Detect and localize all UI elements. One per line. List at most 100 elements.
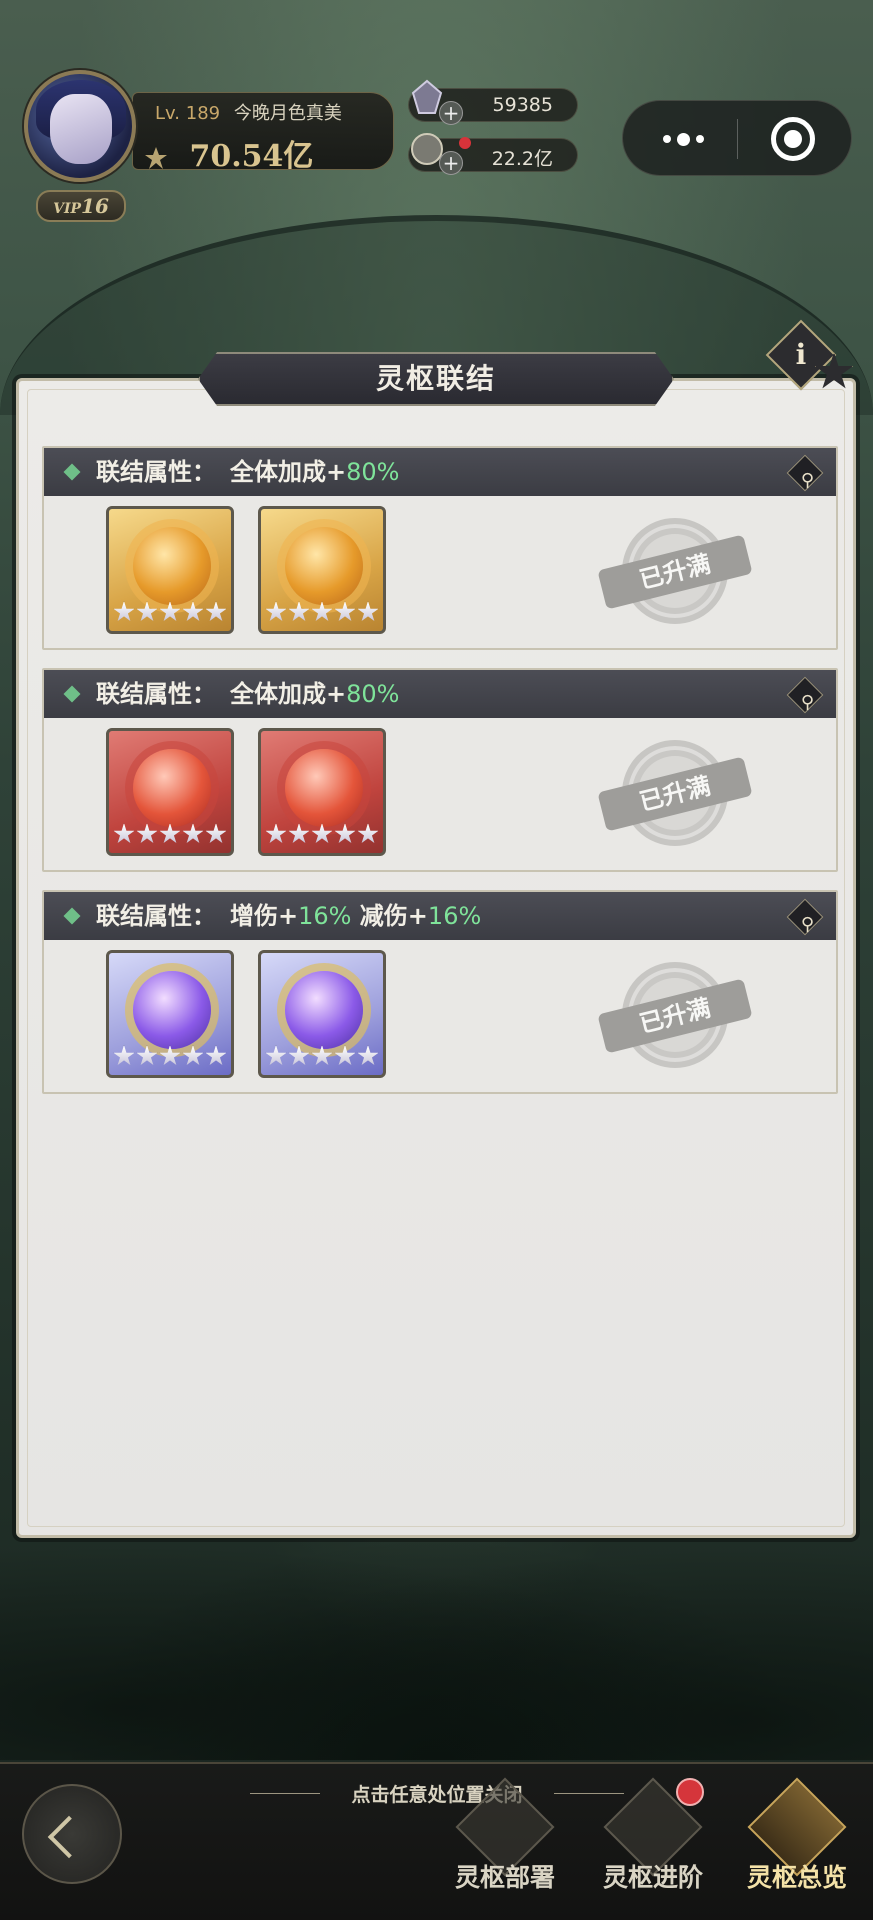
- relic-icon[interactable]: [106, 950, 234, 1078]
- star-icon: [357, 1045, 379, 1066]
- star-icon: [334, 1045, 356, 1066]
- relic-set-card: 联结属性： 全体加成+80% ⚲ 已升满: [42, 446, 838, 650]
- dot-icon: [662, 135, 671, 143]
- star-icon: [136, 601, 158, 622]
- back-arrow-icon: [47, 1815, 91, 1859]
- attribute-bonus-value: 16%: [298, 902, 352, 930]
- star-icon: [311, 823, 333, 844]
- star-rating: [265, 601, 379, 627]
- exit-miniprogram-button[interactable]: [771, 117, 815, 161]
- star-icon: [311, 601, 333, 622]
- star-icon: [159, 1045, 181, 1066]
- set-attribute-header: 联结属性： 全体加成+80% ⚲: [44, 670, 836, 718]
- star-icon: [113, 1045, 135, 1066]
- attribute-bonus-value: 80%: [346, 680, 400, 708]
- attribute-prefix: 联结属性：: [96, 902, 216, 930]
- star-icon: [265, 1045, 287, 1066]
- dot-icon: [695, 135, 704, 143]
- star-icon: [288, 601, 310, 622]
- player-name: 今晚月色真美: [233, 103, 342, 124]
- background-foliage: [0, 1500, 873, 1760]
- add-crystal-button[interactable]: +: [439, 101, 463, 125]
- currency-coin[interactable]: + 22.2亿: [408, 133, 578, 175]
- miniprogram-capsule: [622, 100, 852, 176]
- vip-badge[interactable]: VIP16: [36, 190, 126, 222]
- relic-set-card: 联结属性： 全体加成+80% ⚲ 已升满: [42, 668, 838, 872]
- attribute-prefix: 联结属性：: [96, 680, 216, 708]
- star-icon: [205, 1045, 227, 1066]
- attribute-bonus-value: 80%: [346, 458, 400, 486]
- star-icon: [205, 823, 227, 844]
- dot-icon: [676, 132, 690, 146]
- star-icon: [311, 1045, 333, 1066]
- attribute-text: 全体加成+: [230, 680, 347, 708]
- attribute-text: 全体加成+: [230, 458, 347, 486]
- star-rating: [113, 1045, 227, 1071]
- relic-icon[interactable]: [258, 728, 386, 856]
- star-rating: [265, 823, 379, 849]
- attribute-text: 减伤+: [351, 902, 428, 930]
- set-body: 已升满: [44, 940, 836, 1092]
- power-value: 70.54亿: [189, 139, 314, 174]
- star-icon: [334, 823, 356, 844]
- info-icon[interactable]: i: [776, 330, 826, 380]
- coin-value: 22.2亿: [491, 148, 553, 170]
- star-icon: [113, 601, 135, 622]
- relic-icon[interactable]: [106, 506, 234, 634]
- diamond-bullet-icon: [63, 463, 81, 481]
- relic-orb-icon: [285, 527, 363, 605]
- star-icon: [136, 823, 158, 844]
- relic-icon[interactable]: [258, 506, 386, 634]
- more-options-button[interactable]: [643, 115, 723, 163]
- star-icon: [265, 823, 287, 844]
- nav-tab-2[interactable]: 灵枢进阶: [588, 1777, 718, 1912]
- combat-power: 70.54亿: [143, 131, 313, 175]
- nav-label: 灵枢总览: [746, 1863, 847, 1892]
- set-attribute-header: 联结属性： 增伤+16% 减伤+16% ⚲: [44, 892, 836, 940]
- level-label: Lv.: [155, 103, 181, 124]
- star-icon: [159, 601, 181, 622]
- player-avatar[interactable]: [24, 70, 136, 182]
- level-line: Lv. 189 今晚月色真美: [155, 99, 342, 125]
- back-button[interactable]: [22, 1784, 122, 1884]
- notification-dot: [676, 1778, 704, 1806]
- star-icon: [265, 601, 287, 622]
- star-icon: [288, 823, 310, 844]
- relic-set-card: 联结属性： 增伤+16% 减伤+16% ⚲ 已升满: [42, 890, 838, 1094]
- star-rating: [265, 1045, 379, 1071]
- relic-orb-icon: [133, 971, 211, 1049]
- relic-icon[interactable]: [106, 728, 234, 856]
- star-icon: [159, 823, 181, 844]
- set-body: 已升满: [44, 718, 836, 870]
- star-icon: [288, 1045, 310, 1066]
- nav-tab-1[interactable]: 灵枢部署: [440, 1777, 570, 1912]
- relic-orb-icon: [285, 749, 363, 827]
- notification-dot: [459, 137, 471, 149]
- star-icon: [113, 823, 135, 844]
- star-icon: [205, 601, 227, 622]
- level-value: 189: [185, 103, 221, 124]
- nav-label: 灵枢进阶: [602, 1863, 703, 1892]
- panel-title: 灵枢联结: [375, 362, 496, 395]
- star-rating: [113, 823, 227, 849]
- relic-orb-icon: [133, 527, 211, 605]
- diamond-bullet-icon: [63, 685, 81, 703]
- set-body: 已升满: [44, 496, 836, 648]
- nav-tab-3[interactable]: 灵枢总览: [732, 1777, 862, 1912]
- currency-crystal[interactable]: + 59385: [408, 79, 578, 125]
- star-icon: [182, 823, 204, 844]
- relic-icon[interactable]: [258, 950, 386, 1078]
- add-coin-button[interactable]: +: [439, 151, 463, 175]
- crystal-value: 59385: [492, 94, 553, 116]
- star-icon: [357, 601, 379, 622]
- attribute-bonus-value: 16%: [427, 902, 482, 930]
- star-rating: [113, 601, 227, 627]
- set-attribute-header: 联结属性： 全体加成+80% ⚲: [44, 448, 836, 496]
- attribute-text: 增伤+: [230, 902, 299, 930]
- star-icon: [136, 1045, 158, 1066]
- player-info-plate: Lv. 189 今晚月色真美 70.54亿: [132, 92, 394, 174]
- power-emblem-icon: [145, 147, 167, 169]
- star-icon: [357, 823, 379, 844]
- attribute-prefix: 联结属性：: [96, 458, 216, 486]
- diamond-bullet-icon: [63, 907, 81, 925]
